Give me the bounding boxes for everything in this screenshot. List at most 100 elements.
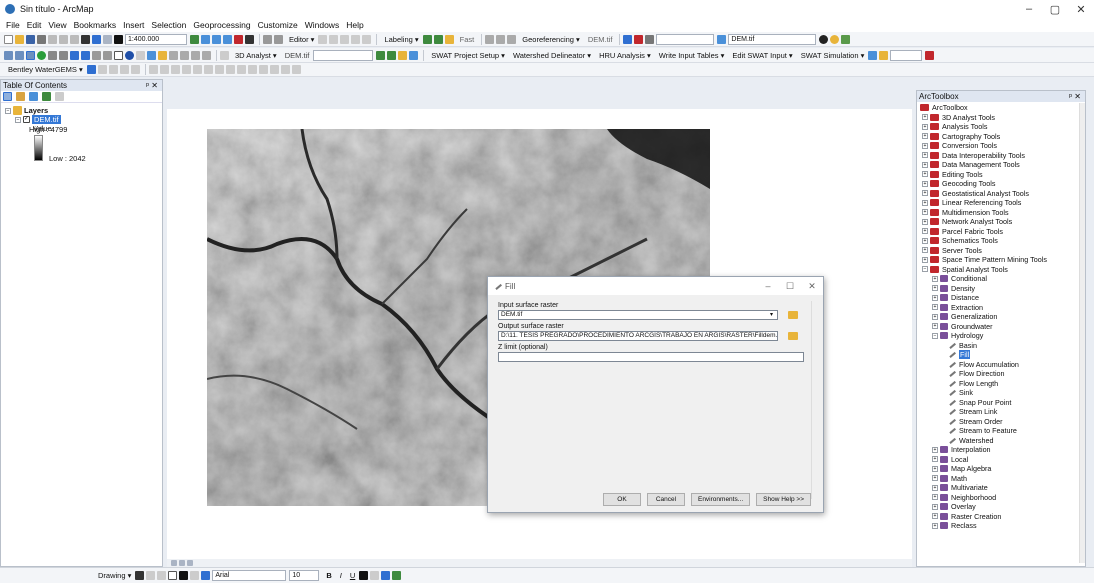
flextables-icon[interactable] — [159, 65, 169, 74]
toolbox-3-row[interactable]: + Conversion Tools — [920, 141, 1085, 151]
add-data-icon[interactable] — [114, 34, 123, 44]
toolbox-9-row[interactable]: + Linear Referencing Tools — [920, 198, 1085, 208]
hydro-tool-10[interactable]: Watershed — [959, 436, 994, 445]
toolset-before-5[interactable]: Groundwater — [951, 322, 993, 331]
expand-icon[interactable]: + — [922, 228, 928, 235]
label-manager-icon[interactable] — [422, 34, 432, 44]
expand-icon[interactable]: + — [932, 313, 938, 320]
html-popup-icon[interactable] — [136, 50, 145, 60]
zoom-in-icon[interactable] — [4, 50, 13, 60]
model-builder-icon[interactable] — [263, 34, 272, 44]
toolbox-6-row[interactable]: + Editing Tools — [920, 170, 1085, 180]
toolbox-9[interactable]: Linear Referencing Tools — [942, 198, 1021, 207]
zoom-to-selected-icon[interactable] — [157, 571, 167, 580]
ok-button[interactable]: OK — [602, 493, 641, 506]
toolset-after-1-row[interactable]: + Local — [920, 455, 1085, 465]
zoom-out-icon[interactable] — [15, 50, 24, 60]
toolbox-8[interactable]: Geostatistical Analyst Tools — [942, 189, 1029, 198]
expand-icon[interactable]: + — [922, 256, 928, 263]
browse-input-folder-icon[interactable] — [788, 311, 798, 319]
expand-icon[interactable]: + — [932, 475, 938, 482]
hydro-tool-0[interactable]: Basin — [959, 341, 977, 350]
toc-options-icon[interactable] — [55, 92, 64, 101]
back-extent-icon[interactable] — [70, 50, 79, 60]
layer-name[interactable]: DEM.tif — [32, 115, 61, 125]
toolbox-4-row[interactable]: + Data Interoperability Tools — [920, 151, 1085, 161]
labeling-menu[interactable]: Labeling ▾ — [384, 35, 418, 44]
bentley-watergems-menu[interactable]: Bentley WaterGEMS ▾ — [8, 65, 83, 74]
dropdown-arrow-icon[interactable]: ▾ — [770, 311, 773, 318]
full-extent-icon[interactable] — [37, 50, 46, 60]
expand-icon[interactable]: + — [932, 513, 938, 520]
write-input-tables-menu[interactable]: Write Input Tables ▾ — [659, 51, 725, 60]
swat-check-icon[interactable] — [879, 50, 889, 60]
toolset-after-3[interactable]: Math — [951, 474, 967, 483]
hydro-tool-4[interactable]: Flow Length — [959, 379, 998, 388]
draw-pipe-icon[interactable] — [97, 65, 107, 74]
toolbox-0-row[interactable]: +3D Analyst Tools — [920, 113, 1085, 123]
toolset-after-7[interactable]: Raster Creation — [951, 512, 1001, 521]
toolbox-14-row[interactable]: + Server Tools — [920, 246, 1085, 256]
toolset-before-2[interactable]: Distance — [951, 293, 979, 302]
toolset-after-5-row[interactable]: + Neighborhood — [920, 493, 1085, 503]
goto-xy-icon[interactable] — [191, 50, 200, 60]
editor-toolbar-icon[interactable] — [190, 34, 199, 44]
user-notifications-icon[interactable] — [280, 65, 290, 74]
toolbox-1[interactable]: Analysis Tools — [942, 122, 987, 131]
swipe-icon[interactable] — [841, 34, 851, 44]
watergems-icon[interactable] — [86, 65, 96, 74]
hydro-tool-2-row[interactable]: Flow Accumulation — [920, 360, 1085, 370]
toolbox-15[interactable]: Space Time Pattern Mining Tools — [942, 255, 1047, 264]
font-color-icon[interactable] — [359, 571, 369, 580]
drawing-menu[interactable]: Drawing ▾ — [98, 571, 131, 580]
find-icon[interactable] — [169, 50, 178, 60]
select-elements-icon[interactable] — [114, 50, 123, 60]
toolbox-7[interactable]: Geocoding Tools — [942, 179, 995, 188]
toolbox-5[interactable]: Data Management Tools — [942, 160, 1020, 169]
toolset-before-2-row[interactable]: + Distance — [920, 293, 1085, 303]
edit-vertices-icon[interactable] — [190, 571, 200, 580]
toolset-after-0-row[interactable]: + Interpolation — [920, 445, 1085, 455]
steepest-path-icon[interactable] — [387, 50, 397, 60]
georef-shift-icon[interactable] — [507, 34, 517, 44]
toolset-before-0-row[interactable]: + Conditional — [920, 274, 1085, 284]
marker-color-icon[interactable] — [392, 571, 402, 580]
toolset-after-7-row[interactable]: + Raster Creation — [920, 512, 1085, 522]
toolset-after-4[interactable]: Multivariate — [951, 483, 988, 492]
toolbox-13[interactable]: Schematics Tools — [942, 236, 998, 245]
dialog-minimize-button[interactable]: – — [757, 277, 779, 295]
link-table-icon[interactable] — [634, 34, 644, 44]
viewer-icon[interactable] — [645, 34, 655, 44]
toolbox-0[interactable]: 3D Analyst Tools — [942, 113, 995, 122]
expand-icon[interactable]: + — [922, 142, 928, 149]
swat-simulation-menu[interactable]: SWAT Simulation ▾ — [801, 51, 865, 60]
toolbox-12-row[interactable]: + Parcel Fabric Tools — [920, 227, 1085, 237]
toolset-after-6-row[interactable]: + Overlay — [920, 502, 1085, 512]
expand-icon[interactable]: + — [932, 484, 938, 491]
list-by-source-icon[interactable] — [16, 92, 25, 101]
paste-icon[interactable] — [70, 34, 79, 44]
menu-view[interactable]: View — [48, 20, 66, 30]
map-view-switcher[interactable] — [167, 559, 912, 567]
hydro-tool-2[interactable]: Flow Accumulation — [959, 360, 1019, 369]
toolbox-12[interactable]: Parcel Fabric Tools — [942, 227, 1003, 236]
font-size-select[interactable]: 10 — [289, 570, 320, 581]
underline-button[interactable]: U — [350, 571, 355, 580]
swat-help-icon[interactable] — [868, 50, 878, 60]
layers-collapse-icon[interactable]: − — [5, 107, 11, 114]
toolbox-11-row[interactable]: + Network Analyst Tools — [920, 217, 1085, 227]
control-points-icon[interactable] — [623, 34, 633, 44]
graphs-icon[interactable] — [247, 65, 257, 74]
hydro-tool-7-row[interactable]: Stream Link — [920, 407, 1085, 417]
undo-icon[interactable] — [92, 34, 101, 44]
show-help-button[interactable]: Show Help >> — [756, 493, 811, 506]
print-icon[interactable] — [37, 34, 46, 44]
georef-tool-icon[interactable] — [485, 34, 495, 44]
3d-analyst-layer[interactable]: DEM.tif — [285, 51, 310, 60]
toolbox-2[interactable]: Cartography Tools — [942, 132, 1000, 141]
layer-select[interactable]: DEM.tif — [728, 33, 817, 45]
toolset-after-3-row[interactable]: + Math — [920, 474, 1085, 484]
collapse-icon[interactable]: − — [932, 332, 938, 339]
expand-icon[interactable]: + — [932, 446, 938, 453]
toolset-after-5[interactable]: Neighborhood — [951, 493, 996, 502]
